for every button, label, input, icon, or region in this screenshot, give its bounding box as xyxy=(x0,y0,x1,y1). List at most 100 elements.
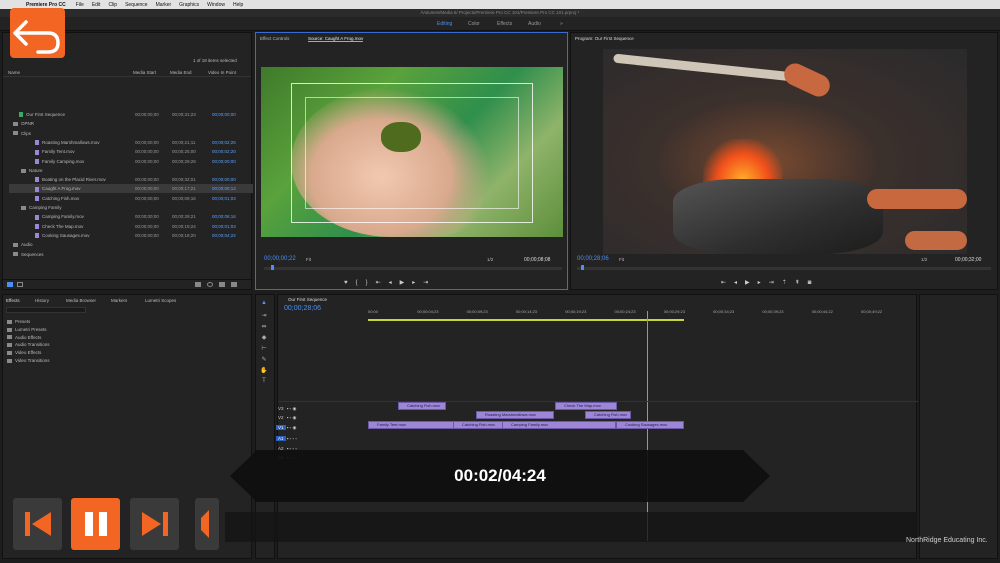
program-playhead[interactable] xyxy=(581,265,584,270)
pause-button[interactable] xyxy=(71,498,120,550)
tab-history[interactable]: History xyxy=(35,298,49,303)
project-bin[interactable]: Sequences xyxy=(9,250,253,259)
program-timecode[interactable]: 00;00;28;06 xyxy=(577,256,609,262)
list-view-icon[interactable] xyxy=(7,282,13,287)
source-scrubber[interactable] xyxy=(264,267,562,270)
slip-tool-icon[interactable]: ⊢ xyxy=(260,345,268,353)
skip-forward-button[interactable] xyxy=(130,498,179,550)
work-area-bar[interactable] xyxy=(368,319,684,321)
project-item[interactable]: Our First Sequence 00;00;00;00 00;00;31;23… xyxy=(9,110,253,119)
goto-in-icon[interactable]: ⇤ xyxy=(376,280,389,286)
find-icon[interactable] xyxy=(207,282,213,287)
menu-help[interactable]: Help xyxy=(233,2,243,8)
menu-edit[interactable]: Edit xyxy=(92,2,101,8)
tab-lumetri-scopes[interactable]: Lumetri Scopes xyxy=(145,298,176,303)
track-label[interactable]: V3 xyxy=(276,406,286,411)
project-item[interactable]: Caught A Frog.mov 00;00;00;00 00;00;17;21 0… xyxy=(9,184,253,194)
project-item[interactable]: Family Camping.mov 00;00;00;00 00;00;29;28… xyxy=(9,157,253,166)
track-header-v1[interactable]: V1 ▪ ▫ ◉ xyxy=(276,425,296,431)
workspace-color[interactable]: Color xyxy=(468,21,480,27)
track-select-icon[interactable]: ⇥ xyxy=(260,312,268,320)
mic-icon[interactable]: ▫ xyxy=(294,436,297,441)
timeline-clip[interactable]: Cooking Sausages.mov xyxy=(616,421,684,429)
eye-icon[interactable]: ◉ xyxy=(291,406,296,411)
program-zoom[interactable]: Fit xyxy=(619,257,624,262)
icon-view-icon[interactable] xyxy=(17,282,23,287)
mark-out-icon[interactable]: } xyxy=(366,280,376,286)
track-label[interactable]: V1 xyxy=(276,425,286,430)
type-tool-icon[interactable]: T xyxy=(260,378,268,386)
step-forward-icon[interactable]: ▸ xyxy=(758,280,769,286)
timeline-clip[interactable]: Catching Fish.mov xyxy=(453,421,503,429)
lift-icon[interactable]: ⇡ xyxy=(782,280,795,286)
mark-in-icon[interactable]: { xyxy=(356,280,366,286)
tab-source[interactable]: Source: Caught A Frog.mov xyxy=(308,36,364,42)
menu-marker[interactable]: Marker xyxy=(156,2,172,8)
project-bin[interactable]: Nature xyxy=(9,166,253,175)
step-back-icon[interactable]: ◂ xyxy=(389,280,400,286)
eye-icon[interactable]: ◉ xyxy=(291,415,296,420)
project-bin[interactable]: Camping Family xyxy=(9,203,253,212)
tab-media-browser[interactable]: Media Browser xyxy=(66,298,96,303)
play-icon[interactable]: ▶ xyxy=(745,280,758,286)
step-back-icon[interactable]: ◂ xyxy=(734,280,745,286)
project-item[interactable]: Roasting Marshmallows.mov 00;00;00;00 00;0… xyxy=(9,138,253,147)
track-label[interactable]: V2 xyxy=(276,415,286,420)
hand-tool-icon[interactable]: ✋ xyxy=(260,367,268,375)
timeline-clip[interactable]: Roasting Marshmallows.mov xyxy=(476,411,554,419)
volume-button[interactable] xyxy=(195,498,219,550)
workspace-effects[interactable]: Effects xyxy=(497,21,512,27)
tab-sequence[interactable]: Our First Sequence xyxy=(288,297,327,302)
step-forward-icon[interactable]: ▸ xyxy=(412,280,423,286)
clear-icon[interactable] xyxy=(231,282,237,287)
pen-tool-icon[interactable]: ✎ xyxy=(260,356,268,364)
skip-back-button[interactable] xyxy=(13,498,62,550)
tab-markers[interactable]: Markers xyxy=(111,298,127,303)
source-timecode[interactable]: 00;00;00;22 xyxy=(264,256,296,262)
project-item[interactable]: Boating on the Placid River.mov 00;00;00;… xyxy=(9,175,253,184)
menu-graphics[interactable]: Graphics xyxy=(179,2,199,8)
effects-search-input[interactable] xyxy=(6,307,86,313)
program-video-campfire[interactable] xyxy=(603,49,967,254)
tab-program[interactable]: Program: Our First Sequence xyxy=(575,36,634,41)
camera-icon[interactable]: ◙ xyxy=(808,280,820,286)
back-button[interactable] xyxy=(10,8,65,58)
source-video-frog[interactable] xyxy=(261,67,563,237)
goto-in-icon[interactable]: ⇤ xyxy=(721,280,734,286)
project-item[interactable]: Cooking Sausages.mov 00;00;00;00 00;00;18;… xyxy=(9,231,253,240)
col-video-in[interactable]: Video In Point xyxy=(208,70,236,75)
timeline-clip[interactable]: Catching Fish.mov xyxy=(398,402,446,410)
timeline-clip[interactable]: Check The Map.mov xyxy=(555,402,617,410)
project-bin[interactable]: Audio xyxy=(9,240,253,249)
new-bin-icon[interactable] xyxy=(195,282,201,287)
source-resolution[interactable]: 1/2 xyxy=(487,257,493,262)
menu-app-name[interactable]: Premiere Pro CC xyxy=(26,2,66,8)
track-header-a1[interactable]: A1 ▪ ▫ ▫ ▫ xyxy=(276,436,297,441)
project-bin[interactable]: OPNR xyxy=(9,119,253,128)
workspace-audio[interactable]: Audio xyxy=(528,21,541,27)
source-playhead[interactable] xyxy=(271,265,274,270)
selection-tool-icon[interactable]: ▲ xyxy=(260,300,268,308)
project-item[interactable]: Catching Fish.mov 00;00;00;00 00;00;09;16 0… xyxy=(9,194,253,203)
timeline-clip[interactable]: Catching Fish.mov xyxy=(585,411,631,419)
ripple-edit-icon[interactable]: ⇹ xyxy=(260,323,268,331)
tab-effect-controls[interactable]: Effect Controls xyxy=(260,36,289,41)
goto-out-icon[interactable]: ⇥ xyxy=(423,280,436,286)
play-icon[interactable]: ▶ xyxy=(400,280,413,286)
extract-icon[interactable]: ⇞ xyxy=(795,280,808,286)
progress-track[interactable] xyxy=(225,512,917,542)
col-media-end[interactable]: Media End xyxy=(170,70,192,75)
timeline-timecode[interactable]: 00;00;28;06 xyxy=(284,305,321,312)
col-media-start[interactable]: Media Start xyxy=(133,70,156,75)
workspace-editing[interactable]: Editing xyxy=(437,21,452,27)
track-header-v3[interactable]: V3 ▪ ▫ ◉ xyxy=(276,406,296,412)
razor-tool-icon[interactable]: ◆ xyxy=(260,334,268,342)
new-item-icon[interactable] xyxy=(219,282,225,287)
track-label[interactable]: A1 xyxy=(276,436,286,441)
tab-effects[interactable]: Effects xyxy=(6,298,20,303)
menu-file[interactable]: File xyxy=(76,2,84,8)
project-item[interactable]: Camping Family.mov 00;00;00;00 00;00;29;21… xyxy=(9,212,253,221)
menu-sequence[interactable]: Sequence xyxy=(125,2,148,8)
timeline-clip[interactable]: Camping Family.mov xyxy=(502,421,616,429)
eye-icon[interactable]: ◉ xyxy=(291,425,296,430)
